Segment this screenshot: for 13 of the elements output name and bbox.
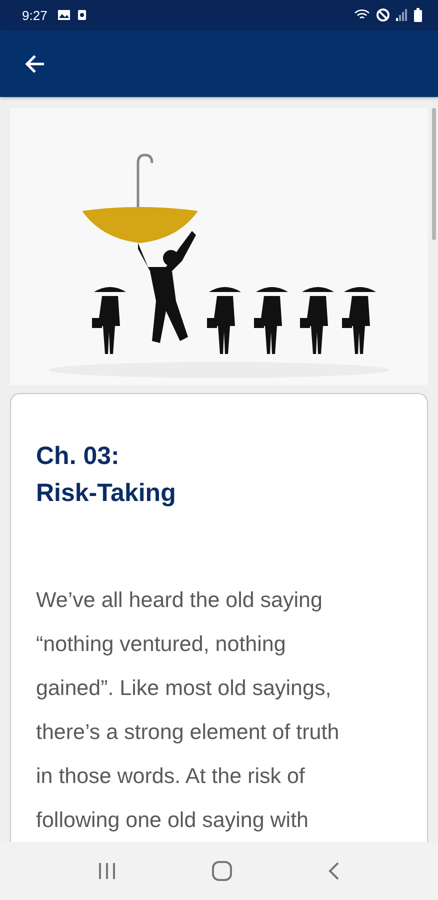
- signal-icon: [396, 9, 408, 21]
- sim-card-icon: [77, 9, 88, 21]
- wifi-icon: [354, 9, 370, 21]
- chapter-title: Ch. 03: Risk-Taking: [36, 441, 177, 509]
- blocked-icon: [376, 8, 390, 22]
- recent-apps-icon[interactable]: [97, 862, 117, 880]
- article-text: We’ve all heard the old saying “nothing ventured, nothing gained”. Like most old sayings, there’s a strong element of truth in those words. At the risk of following one old saying with: [36, 587, 340, 834]
- back-icon[interactable]: [327, 861, 341, 881]
- image-icon: [57, 9, 72, 21]
- battery-icon: [414, 8, 422, 22]
- back-arrow-icon[interactable]: [24, 54, 46, 74]
- status-time: 9:27: [22, 8, 48, 22]
- home-icon[interactable]: [211, 860, 233, 882]
